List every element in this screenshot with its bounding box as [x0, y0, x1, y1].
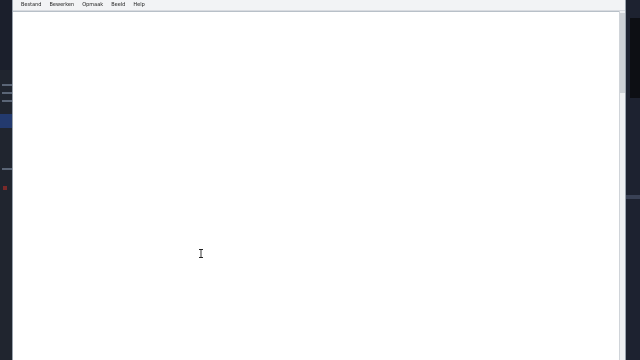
background-window-right	[626, 0, 640, 360]
menu-view[interactable]: Beeld	[107, 0, 129, 11]
background-panel	[630, 18, 640, 98]
background-stripe	[626, 195, 640, 199]
menu-format[interactable]: Opmaak	[78, 0, 107, 11]
background-text-fragment	[2, 168, 12, 170]
background-text-fragment	[2, 84, 12, 86]
menu-help[interactable]: Help	[129, 0, 148, 11]
desktop: Bestand Bewerken Opmaak Beeld Help	[0, 0, 640, 360]
background-text-fragment	[2, 100, 12, 102]
vertical-scrollbar[interactable]	[619, 11, 625, 360]
text-editor-area[interactable]	[13, 11, 619, 360]
background-marker	[3, 186, 7, 190]
background-text-fragment	[2, 92, 12, 94]
text-ibeam-cursor-icon	[199, 249, 203, 258]
menu-edit[interactable]: Bewerken	[45, 0, 78, 11]
notepad-window: Bestand Bewerken Opmaak Beeld Help	[12, 0, 626, 360]
scrollbar-thumb[interactable]	[620, 13, 625, 93]
menu-bar: Bestand Bewerken Opmaak Beeld Help	[13, 0, 625, 11]
menu-file[interactable]: Bestand	[17, 0, 45, 11]
